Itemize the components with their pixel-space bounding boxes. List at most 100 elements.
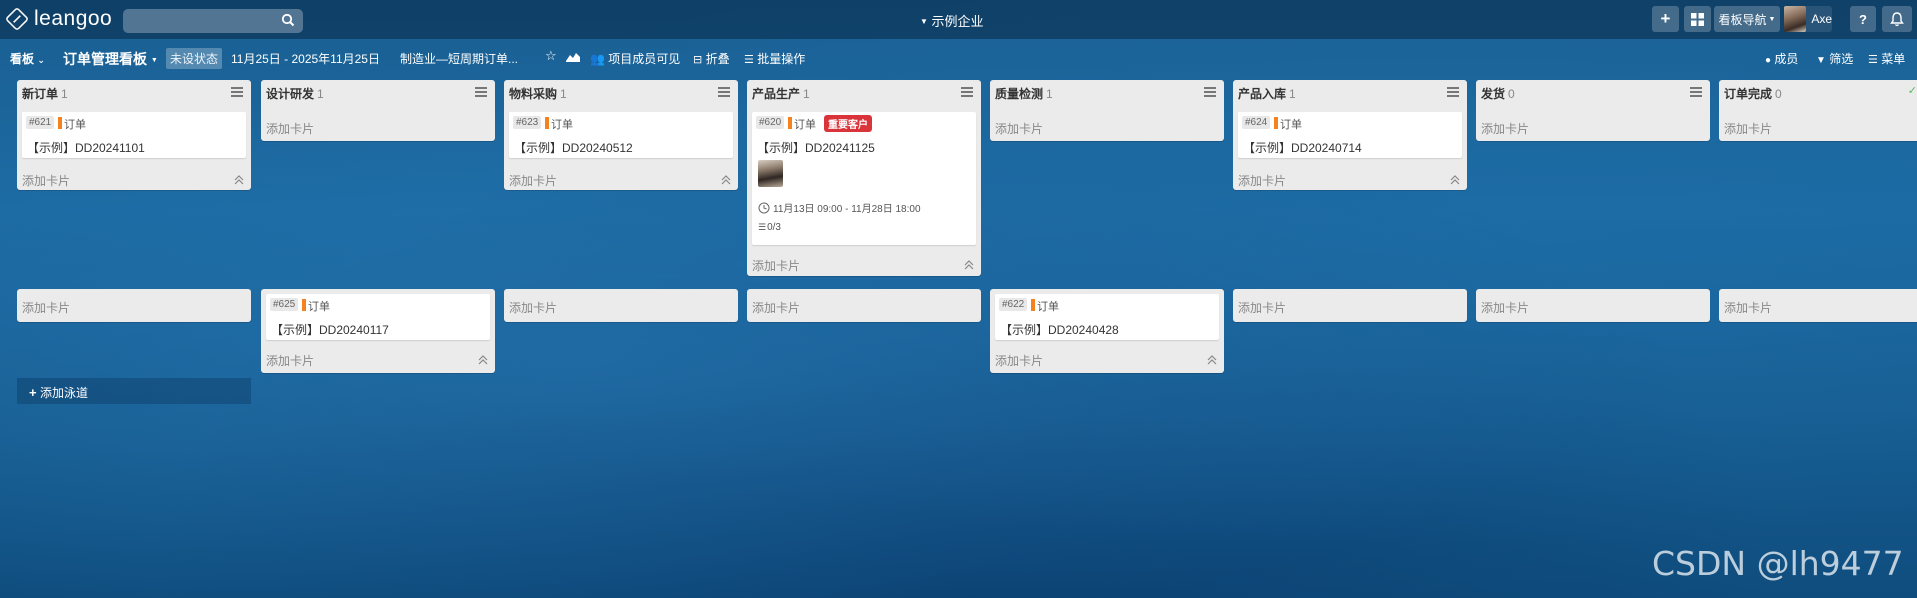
collapse-icon[interactable]: [721, 175, 731, 185]
list-menu-icon[interactable]: [1690, 87, 1702, 97]
visibility-button[interactable]: 👥 项目成员可见: [590, 50, 680, 67]
users-icon: 👥: [590, 52, 605, 66]
add-card-button[interactable]: 添加卡片: [22, 172, 70, 189]
chart-icon[interactable]: [566, 51, 580, 62]
collapse-icon[interactable]: [964, 260, 974, 270]
star-icon[interactable]: ☆: [545, 48, 557, 64]
list-menu-icon[interactable]: [1447, 87, 1459, 97]
list-title[interactable]: 产品生产 1: [752, 85, 810, 102]
add-card-button[interactable]: 添加卡片: [1481, 299, 1529, 316]
card-tag: 订单: [545, 116, 573, 132]
add-card-button[interactable]: 添加卡片: [266, 120, 314, 137]
card-tag: 订单: [58, 116, 86, 132]
member-avatar[interactable]: [758, 160, 783, 187]
card-621[interactable]: #621 订单 【示例】DD20241101: [22, 112, 246, 158]
view-menu[interactable]: 看板 ⌄: [10, 50, 45, 67]
date-range[interactable]: 11月25日 - 2025年11月25日: [231, 50, 380, 67]
list-design: 设计研发 1 添加卡片: [261, 80, 495, 141]
list-menu-icon[interactable]: [718, 87, 730, 97]
board-title[interactable]: 订单管理看板 ▼: [63, 49, 158, 69]
list-title[interactable]: 订单完成 0: [1724, 85, 1782, 102]
add-card-button[interactable]: 添加卡片: [995, 352, 1043, 369]
menu-button[interactable]: ☰ 菜单: [1868, 50, 1905, 67]
company-switcher[interactable]: ▼ 示例企业: [920, 11, 984, 30]
search-icon[interactable]: [281, 13, 295, 27]
collapse-icon[interactable]: [1450, 175, 1460, 185]
add-card-button[interactable]: 添加卡片: [1481, 120, 1529, 137]
members-label: 成员: [1774, 52, 1799, 66]
card-title: 【示例】DD20240714: [1243, 141, 1362, 155]
user-avatar: [1784, 6, 1807, 32]
list-title[interactable]: 产品入库 1: [1238, 85, 1296, 102]
add-card-button[interactable]: 添加卡片: [752, 299, 800, 316]
help-button[interactable]: ?: [1850, 6, 1876, 32]
collapse-icon[interactable]: [1207, 355, 1217, 365]
list-menu-icon[interactable]: [1204, 87, 1216, 97]
grid-icon: [1691, 12, 1704, 26]
list-title[interactable]: 质量检测 1: [995, 85, 1053, 102]
list-title[interactable]: 物料采购 1: [509, 85, 567, 102]
add-button[interactable]: +: [1652, 6, 1679, 32]
due-date[interactable]: 11月13日 09:00 - 11月28日 18:00: [758, 200, 921, 215]
add-card-button[interactable]: 添加卡片: [1238, 299, 1286, 316]
add-card-button[interactable]: 添加卡片: [22, 299, 70, 316]
batch-label: 批量操作: [757, 52, 806, 66]
list-title-text: 订单完成: [1724, 87, 1773, 101]
list-menu-icon[interactable]: [961, 87, 973, 97]
status-badge[interactable]: 未设状态: [166, 48, 223, 69]
list-title-text: 设计研发: [266, 87, 315, 101]
add-swimlane-button[interactable]: + 添加泳道: [17, 378, 251, 404]
card-title: 【示例】DD20240117: [271, 323, 389, 337]
add-card-button[interactable]: 添加卡片: [509, 172, 557, 189]
card-tag: 订单: [788, 116, 816, 132]
list-count: 1: [317, 87, 324, 101]
filter-icon: ▼: [1816, 55, 1826, 66]
list-production: 产品生产 1 #620 订单 重要客户 【示例】DD20241125 11月13日…: [747, 80, 981, 276]
board-nav-button[interactable]: 看板导航 ▼: [1714, 6, 1780, 32]
collapse-icon[interactable]: [478, 355, 488, 365]
checklist-progress[interactable]: ☰ 0/3: [758, 222, 781, 233]
add-card-button[interactable]: 添加卡片: [1724, 299, 1772, 316]
members-button[interactable]: ● 成员: [1765, 50, 1798, 67]
checklist-text: 0/3: [767, 222, 781, 233]
list-menu-icon[interactable]: [231, 87, 243, 97]
card-623[interactable]: #623 订单 【示例】DD20240512: [509, 112, 733, 158]
list-menu-icon[interactable]: [475, 87, 487, 97]
add-card-button[interactable]: 添加卡片: [1238, 172, 1286, 189]
card-id: #625: [270, 298, 299, 311]
list-count: 1: [61, 87, 68, 101]
plus-icon: +: [1660, 9, 1671, 28]
notifications-button[interactable]: [1882, 6, 1912, 32]
add-card-button[interactable]: 添加卡片: [1724, 120, 1772, 137]
list-count: 1: [1046, 87, 1053, 101]
card-622[interactable]: #622 订单 【示例】DD20240428: [995, 294, 1219, 340]
visibility-label: 项目成员可见: [608, 52, 681, 66]
boards-button[interactable]: [1684, 6, 1711, 32]
card-624[interactable]: #624 订单 【示例】DD20240714: [1238, 112, 1462, 158]
search-input[interactable]: [123, 9, 303, 33]
card-tag: 订单: [1274, 116, 1302, 132]
collapse-icon[interactable]: [234, 175, 244, 185]
list-title[interactable]: 发货 0: [1481, 85, 1515, 102]
filter-button[interactable]: ▼ 筛选: [1816, 50, 1853, 67]
board-description[interactable]: 制造业—短周期订单...: [400, 50, 518, 67]
view-menu-label: 看板: [10, 52, 35, 66]
logo-text: leangoo: [34, 7, 113, 30]
add-card-button[interactable]: 添加卡片: [509, 299, 557, 316]
logo[interactable]: leangoo: [4, 6, 113, 32]
list-title[interactable]: 新订单 1: [22, 85, 68, 102]
user-menu[interactable]: Axe: [1784, 6, 1832, 32]
clock-icon: [758, 202, 770, 213]
list-title-text: 发货: [1481, 87, 1506, 101]
lane2-list-procurement: 添加卡片: [504, 289, 738, 322]
card-id: #622: [999, 298, 1028, 311]
fold-button[interactable]: ⊟ 折叠: [693, 50, 730, 67]
list-title[interactable]: 设计研发 1: [266, 85, 324, 102]
add-card-button[interactable]: 添加卡片: [266, 352, 314, 369]
add-card-button[interactable]: 添加卡片: [995, 120, 1043, 137]
add-card-button[interactable]: 添加卡片: [752, 257, 800, 274]
card-625[interactable]: #625 订单 【示例】DD20240117: [266, 294, 490, 340]
batch-button[interactable]: ☰ 批量操作: [744, 50, 805, 67]
card-620[interactable]: #620 订单 重要客户 【示例】DD20241125 11月13日 09:00…: [752, 112, 976, 245]
help-label: ?: [1859, 11, 1867, 27]
